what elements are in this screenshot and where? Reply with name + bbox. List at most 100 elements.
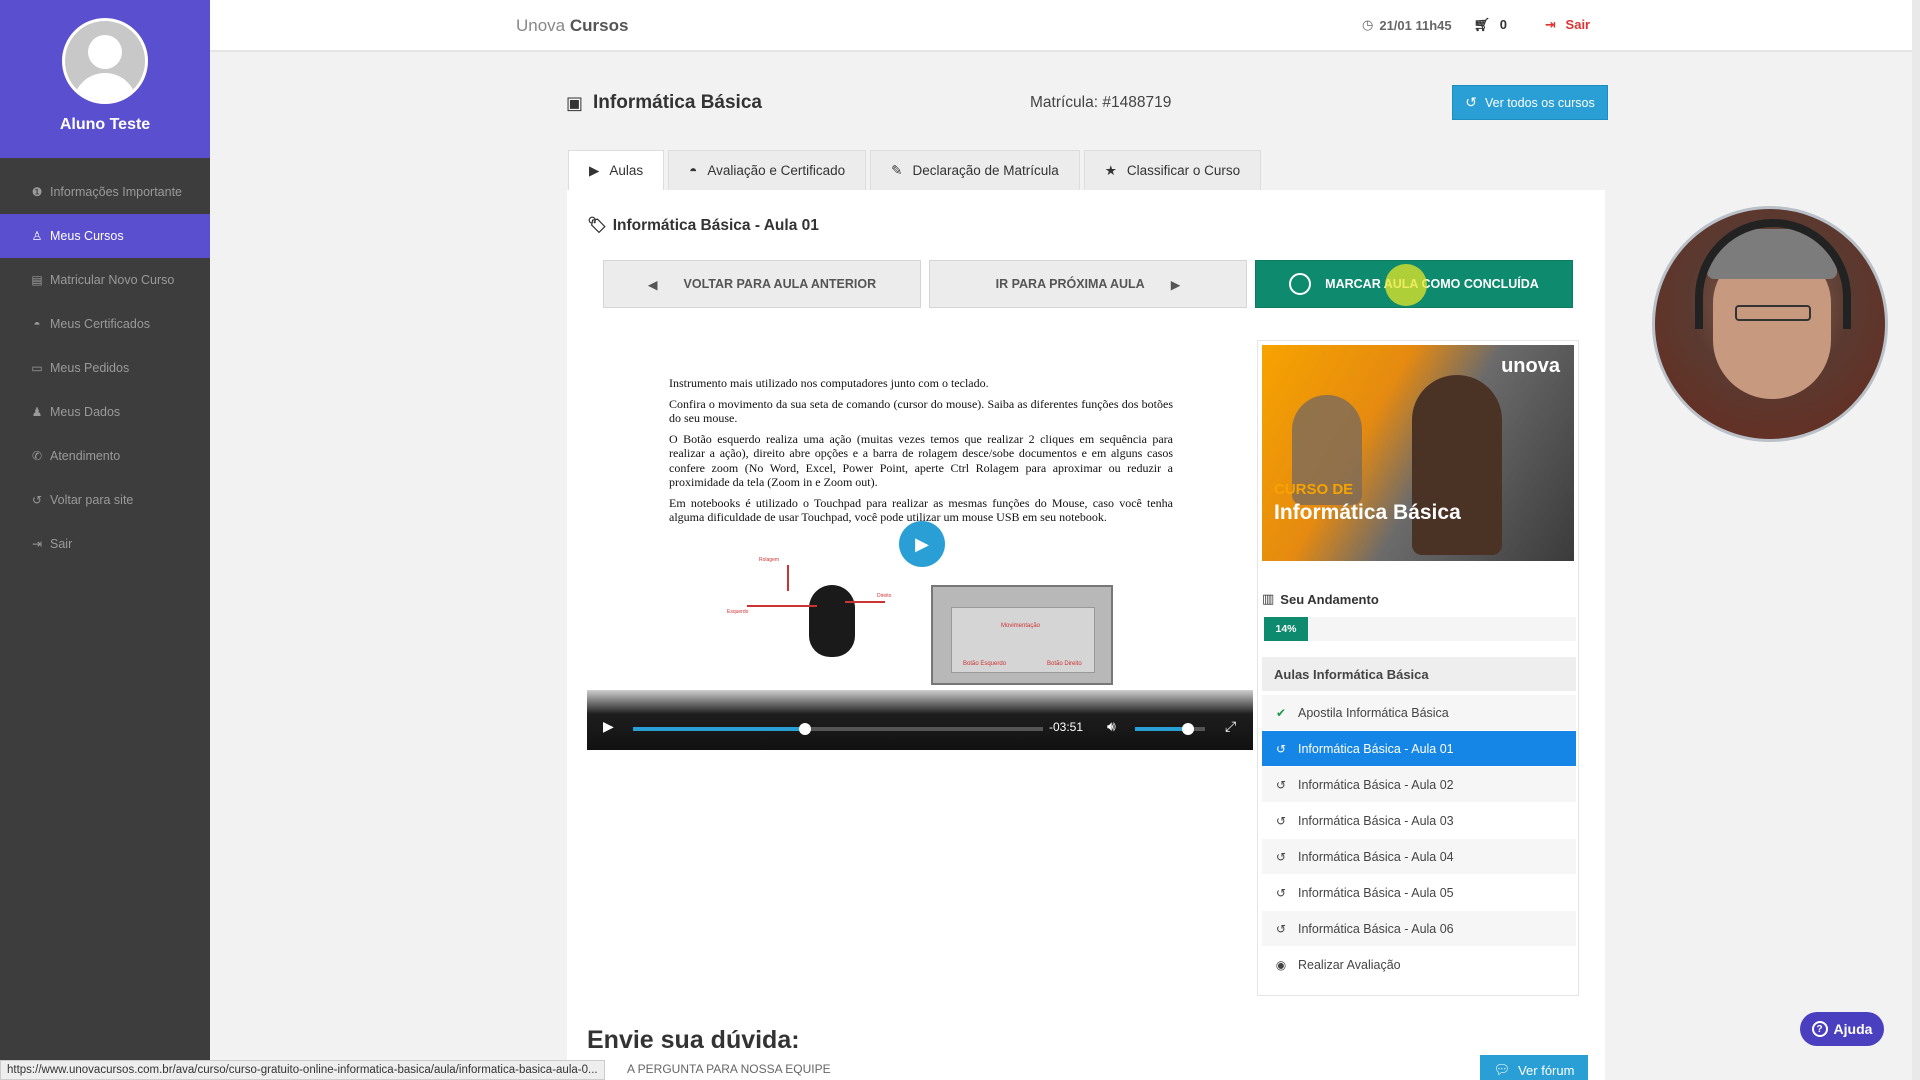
all-courses-label: Ver todos os cursos <box>1484 95 1595 110</box>
previous-lesson-label: VOLTAR PARA AULA ANTERIOR <box>683 277 877 291</box>
avatar[interactable] <box>62 18 148 104</box>
video-seek-handle[interactable] <box>799 723 812 735</box>
sidebar-item-meus-certificados[interactable]: ◓ Meus Certificados <box>0 302 210 346</box>
lesson-list-label: Informática Básica - Aula 05 <box>1298 885 1454 900</box>
lesson-list-item[interactable]: ↺ Informática Básica - Aula 04 <box>1262 839 1576 875</box>
volume-slider[interactable] <box>1135 723 1205 735</box>
history-icon: ↺ <box>1275 849 1287 864</box>
tag-icon: 🏷︎ <box>587 217 607 234</box>
page-scrollbar[interactable] <box>1912 0 1920 1080</box>
info-icon: ❶ <box>31 185 43 199</box>
tab-3[interactable]: ✎ Declaração de Matrícula <box>870 150 1080 190</box>
lesson-list-label: Informática Básica - Aula 02 <box>1298 777 1454 792</box>
play-icon: ▶ <box>589 162 600 178</box>
course-title: ▣ Informática Básica <box>566 92 762 114</box>
history-icon: ↺ <box>1275 885 1287 900</box>
previous-lesson-button[interactable]: ◀ VOLTAR PARA AULA ANTERIOR <box>603 260 921 308</box>
next-lesson-label: IR PARA PRÓXIMA AULA <box>995 277 1145 291</box>
profile-block: Aluno Teste <box>0 0 210 158</box>
caret-right-icon: ▶ <box>1170 277 1181 292</box>
mortarboard-icon: ◓ <box>33 317 41 331</box>
question-icon: ? <box>1811 1021 1828 1037</box>
fullscreen-icon[interactable]: ⤢ <box>1225 718 1236 735</box>
mouse-image <box>809 585 855 657</box>
sidebar-item-label: Voltar para site <box>50 493 134 507</box>
lesson-list-item[interactable]: ↺ Informática Básica - Aula 05 <box>1262 875 1576 911</box>
clock-icon: ◷ <box>1362 17 1374 32</box>
lesson-title: 🏷︎ Informática Básica - Aula 01 <box>587 216 819 235</box>
cart-button[interactable]: 🛒︎ 0 <box>1474 17 1507 33</box>
volume-handle[interactable] <box>1181 723 1194 735</box>
view-forum-button[interactable]: 💬︎ Ver fórum <box>1480 1055 1588 1080</box>
slide-paragraph: Confira o movimento da sua seta de coman… <box>669 396 1173 426</box>
sidebar-item-sair[interactable]: ⇥ Sair <box>0 522 210 566</box>
course-title-text: Informática Básica <box>593 92 762 113</box>
lesson-list-label: Informática Básica - Aula 04 <box>1298 849 1454 864</box>
book-icon: ▤ <box>31 273 43 287</box>
sidebar-item-voltar-para-site[interactable]: ↺ Voltar para site <box>0 478 210 522</box>
top-bar: Unova Cursos ◷ 21/01 11h45 🛒︎ 0 ⇥ Sair <box>210 0 1916 52</box>
bar-chart-icon: ▥ <box>1262 591 1275 606</box>
video-controls: ▶ -03:51 🔊︎ ⤢ <box>587 690 1253 750</box>
history-icon: ↺ <box>1275 741 1287 756</box>
sidebar-item-atendimento[interactable]: ✆ Atendimento <box>0 434 210 478</box>
volume-fill <box>1135 727 1188 731</box>
video-seek-bar[interactable] <box>633 723 1043 735</box>
lesson-panel: 🏷︎ Informática Básica - Aula 01 ◀ VOLTAR… <box>567 190 1605 1080</box>
play-icon[interactable]: ▶ <box>603 718 614 735</box>
logout-link[interactable]: ⇥ Sair <box>1545 17 1590 33</box>
lesson-list-item[interactable]: ↺ Informática Básica - Aula 03 <box>1262 803 1576 839</box>
sidebar-item-label: Meus Dados <box>50 405 121 419</box>
card-icon: ▭ <box>31 361 43 375</box>
lesson-list-item[interactable]: ↺ Informática Básica - Aula 02 <box>1262 767 1576 803</box>
lesson-list-item[interactable]: ◉ Realizar Avaliação <box>1262 947 1576 983</box>
tab-4[interactable]: ★ Classificar o Curso <box>1083 150 1262 190</box>
lesson-list-label: Apostila Informática Básica <box>1298 705 1449 720</box>
progress-heading-label: Seu Andamento <box>1280 591 1379 607</box>
tab-1[interactable]: ▶ Aulas <box>568 150 665 190</box>
sidebar-item-meus-cursos[interactable]: ♙ Meus Cursos <box>0 214 210 258</box>
sidebar-item-informa-es-importante[interactable]: ❶ Informações Importante <box>0 170 210 214</box>
history-icon: ↺ <box>1275 777 1287 792</box>
sidebar-item-meus-dados[interactable]: ♟ Meus Dados <box>0 390 210 434</box>
progress-heading: ▥ Seu Andamento <box>1262 591 1379 607</box>
video-player[interactable]: Instrumento mais utilizado nos computado… <box>587 320 1253 750</box>
lesson-list-label: Realizar Avaliação <box>1298 957 1401 972</box>
all-courses-button[interactable]: ↺ Ver todos os cursos <box>1452 85 1608 120</box>
browser-status-url: https://www.unovacursos.com.br/ava/curso… <box>0 1060 605 1080</box>
history-icon: ↺ <box>1275 921 1287 936</box>
volume-icon[interactable]: 🔊︎ <box>1107 718 1116 735</box>
mark-complete-label: MARCAR AULA COMO CONCLUÍDA <box>1325 277 1539 291</box>
tab-2[interactable]: ◓ Avaliação e Certificado <box>668 150 867 190</box>
course-tabs: ▶ Aulas ◓ Avaliação e Certificado ✎ Declaraçã… <box>568 150 1265 190</box>
brand-logo[interactable]: Unova Cursos <box>516 16 628 36</box>
mouse-label-direito: Direito <box>877 593 892 599</box>
mouse-diagram: Rolagem Esquerdo Direito <box>727 555 907 665</box>
course-sidebar-panel: unova CURSO DE Informática Básica ▥ Seu … <box>1257 340 1579 996</box>
help-button[interactable]: ? Ajuda <box>1800 1012 1884 1046</box>
lessons-list: ✔ Apostila Informática Básica ↺ Informática… <box>1262 695 1576 983</box>
slide-paragraph: Instrumento mais utilizado nos computado… <box>669 376 989 390</box>
lesson-list-item[interactable]: ↺ Informática Básica - Aula 06 <box>1262 911 1576 947</box>
lesson-list-item[interactable]: ✔ Apostila Informática Básica <box>1262 695 1576 731</box>
next-lesson-button[interactable]: IR PARA PRÓXIMA AULA ▶ <box>929 260 1247 308</box>
sidebar-item-label: Sair <box>50 537 73 551</box>
circle-icon <box>1289 273 1312 295</box>
slide-text: Instrumento mais utilizado nos computado… <box>669 376 1173 531</box>
signout-icon: ⇥ <box>1545 17 1556 32</box>
view-forum-label: Ver fórum <box>1518 1062 1575 1078</box>
lesson-list-label: Informática Básica - Aula 03 <box>1298 813 1454 828</box>
mouse-label-esquerdo: Esquerdo <box>727 609 749 615</box>
undo-icon: ↺ <box>31 493 43 507</box>
sidebar-menu: ❶ Informações Importante ♙ Meus Cursos ▤ Matr… <box>0 170 210 566</box>
sidebar-item-label: Atendimento <box>50 449 121 463</box>
help-label: Ajuda <box>1833 1021 1873 1037</box>
sidebar-item-meus-pedidos[interactable]: ▭ Meus Pedidos <box>0 346 210 390</box>
video-seek-fill <box>633 727 806 731</box>
webcam-overlay <box>1652 206 1888 442</box>
check-circle-icon: ✔ <box>1275 705 1287 720</box>
sidebar: Aluno Teste ❶ Informações Importante ♙ Meus… <box>0 0 210 1080</box>
sidebar-item-matricular-novo-curso[interactable]: ▤ Matricular Novo Curso <box>0 258 210 302</box>
video-play-overlay-button[interactable]: ▶ <box>899 521 945 567</box>
lesson-list-item[interactable]: ↺ Informática Básica - Aula 01 <box>1262 731 1576 767</box>
